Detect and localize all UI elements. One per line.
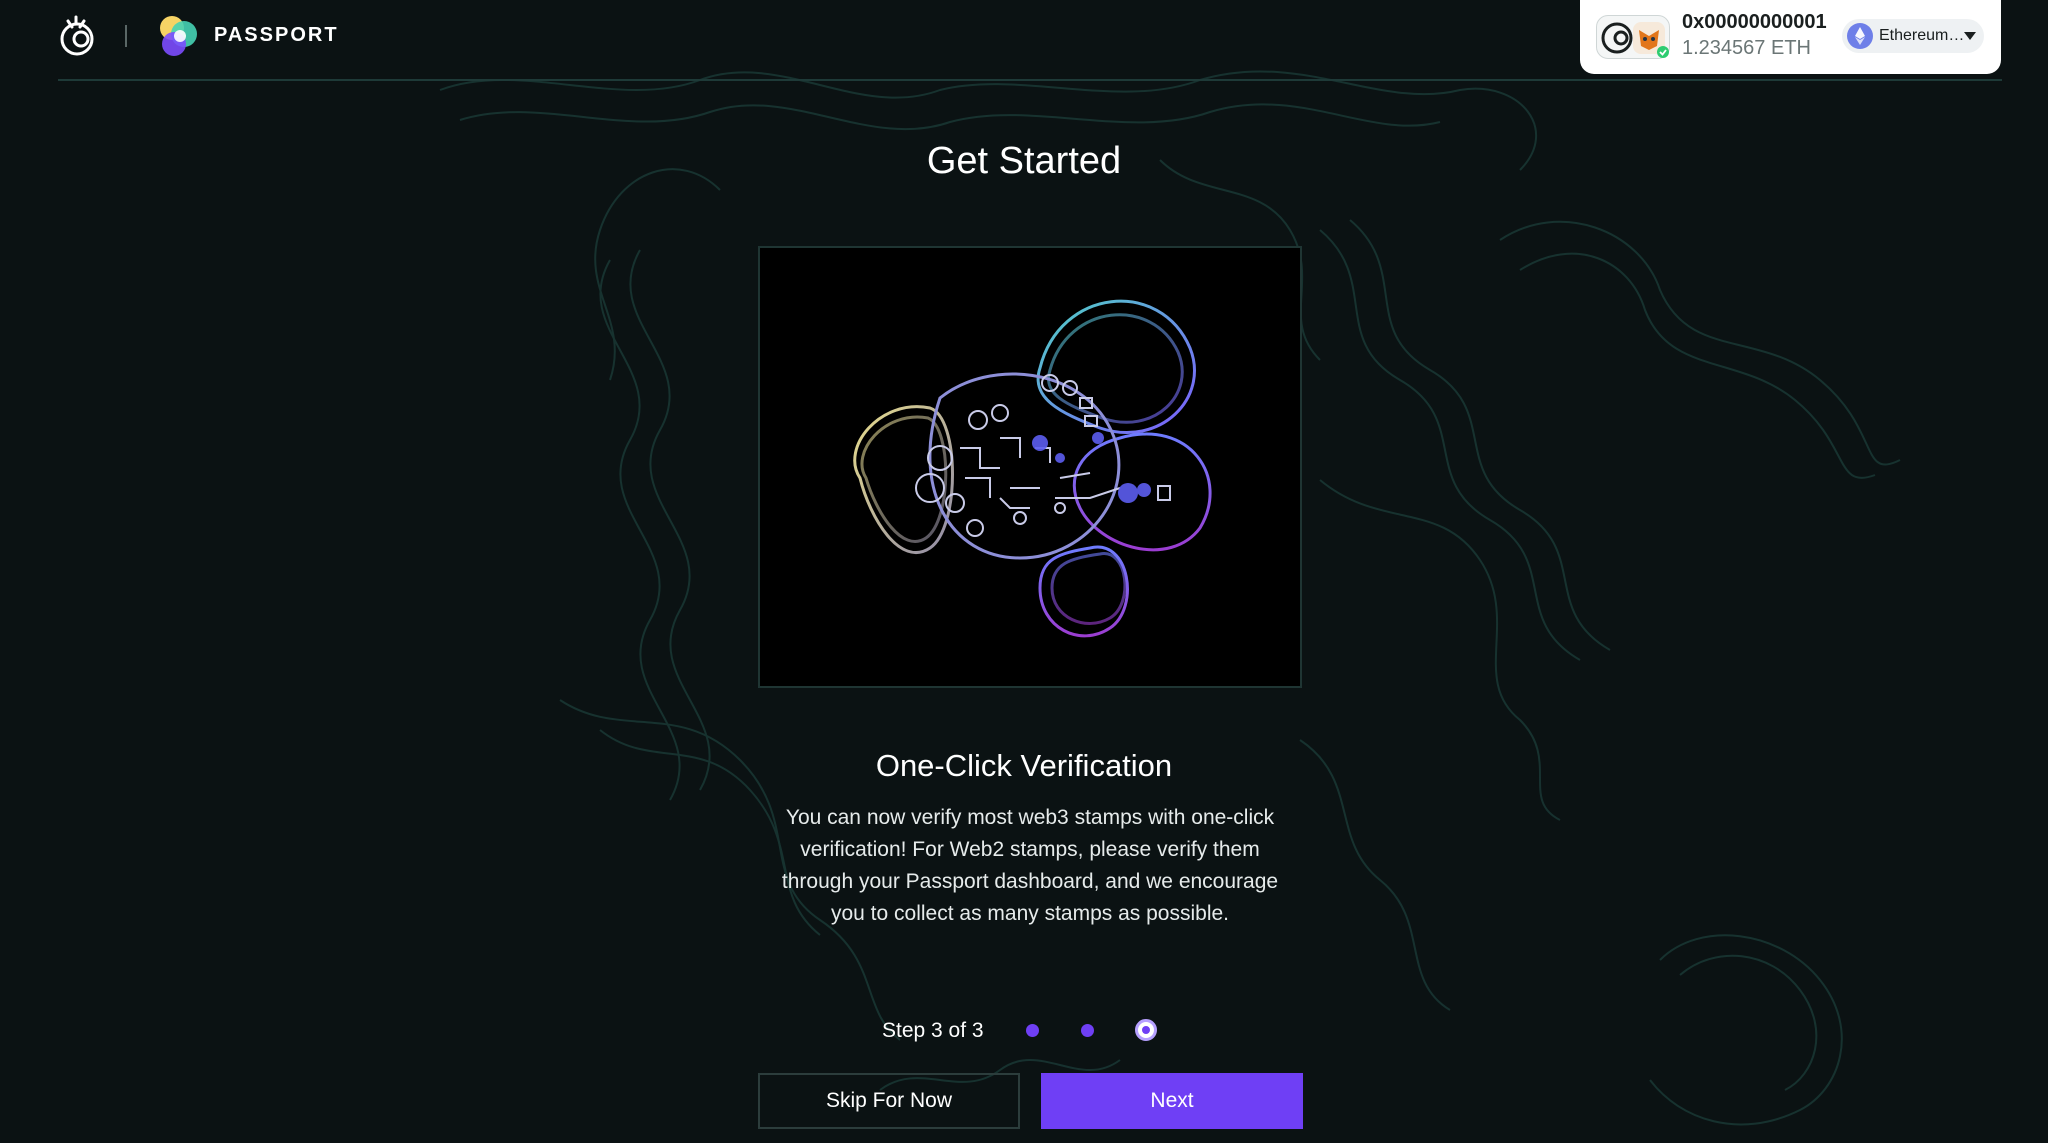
section-title: One-Click Verification <box>875 748 1173 783</box>
page-title: Get Started <box>926 140 1122 182</box>
step-dot-2[interactable] <box>1081 1024 1094 1037</box>
wallet-avatar[interactable] <box>1596 15 1670 59</box>
ethereum-icon <box>1847 23 1873 49</box>
gitcoin-logo-icon[interactable] <box>58 15 96 57</box>
brand-name: PASSPORT <box>214 24 339 46</box>
next-button[interactable]: Next <box>1041 1073 1303 1129</box>
wallet-address: 0x00000000001 <box>1682 11 1827 33</box>
step-dot-3-active[interactable] <box>1135 1019 1157 1041</box>
section-description: You can now verify most web3 stamps with… <box>781 806 1279 925</box>
network-selector[interactable]: Ethereum… <box>1842 19 1984 53</box>
step-indicator: Step 3 of 3 <box>0 1016 2048 1046</box>
metamask-avatar-icon <box>1601 22 1669 58</box>
onboarding-page: PASSPORT 0x00000000001 1.234567 ETH Ethe… <box>0 0 2048 1143</box>
step-label: Step 3 of 3 <box>882 1019 984 1042</box>
wallet-balance: 1.234567 ETH <box>1682 37 1811 59</box>
skip-for-now-button[interactable]: Skip For Now <box>758 1073 1020 1129</box>
passport-logo-icon[interactable] <box>156 14 200 58</box>
hero-image <box>758 246 1302 688</box>
step-dot-1[interactable] <box>1026 1024 1039 1037</box>
header-divider <box>125 25 127 47</box>
network-label: Ethereum… <box>1879 27 1965 44</box>
verification-illustration <box>853 299 1212 638</box>
wallet-widget[interactable]: 0x00000000001 1.234567 ETH Ethereum… <box>1580 0 2001 74</box>
chevron-down-icon <box>1964 32 1976 40</box>
